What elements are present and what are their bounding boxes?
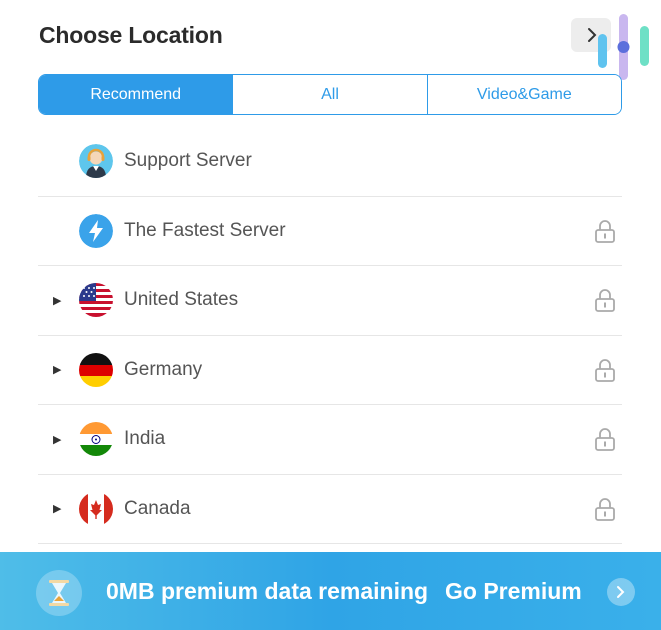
page-title: Choose Location [39, 22, 223, 48]
data-remaining-text: 0MB premium data remaining [106, 578, 429, 604]
lock-icon [595, 219, 615, 243]
expand-arrow-icon[interactable]: ▶ [53, 294, 61, 307]
premium-banner[interactable]: 0MB premium data remaining Go Premium [0, 552, 661, 630]
expand-arrow-icon[interactable]: ▶ [53, 433, 61, 446]
location-tabs: Recommend All Video&Game [38, 74, 622, 115]
location-label: Germany [124, 358, 203, 380]
support-agent-icon [79, 144, 113, 179]
india-flag-icon [79, 422, 113, 457]
location-label: Support Server [124, 150, 252, 172]
expand-arrow-icon[interactable]: ▶ [53, 363, 61, 376]
location-row-united-states[interactable]: ▶ United States [38, 266, 622, 336]
tab-recommend[interactable]: Recommend [39, 75, 234, 114]
location-row-germany[interactable]: ▶ Germany [38, 336, 622, 405]
brand-logo-icon [598, 14, 649, 80]
lightning-icon [79, 213, 113, 248]
location-label: Canada [124, 497, 191, 519]
go-premium-arrow-icon[interactable] [607, 578, 635, 606]
lock-icon [595, 497, 615, 521]
header: Choose Location [0, 0, 661, 80]
lock-icon [595, 358, 615, 382]
tab-all[interactable]: All [233, 75, 428, 114]
location-label: India [124, 428, 166, 450]
expand-arrow-icon[interactable]: ▶ [53, 502, 61, 515]
hourglass-icon [36, 570, 82, 616]
location-list: Support Server The Fastest Server ▶ Unit… [38, 127, 622, 544]
location-row-india[interactable]: ▶ India [38, 405, 622, 475]
location-row-fastest-server[interactable]: The Fastest Server [38, 197, 622, 266]
germany-flag-icon [79, 352, 113, 387]
tab-video-game[interactable]: Video&Game [427, 75, 621, 114]
location-row-canada[interactable]: ▶ Canada [38, 475, 622, 544]
us-flag-icon [79, 283, 113, 318]
canada-flag-icon [79, 491, 113, 526]
location-row-support-server[interactable]: Support Server [38, 127, 622, 197]
lock-icon [595, 289, 615, 313]
location-label: The Fastest Server [124, 219, 286, 241]
location-label: United States [124, 289, 239, 311]
go-premium-link[interactable]: Go Premium [445, 578, 582, 605]
lock-icon [595, 428, 615, 452]
